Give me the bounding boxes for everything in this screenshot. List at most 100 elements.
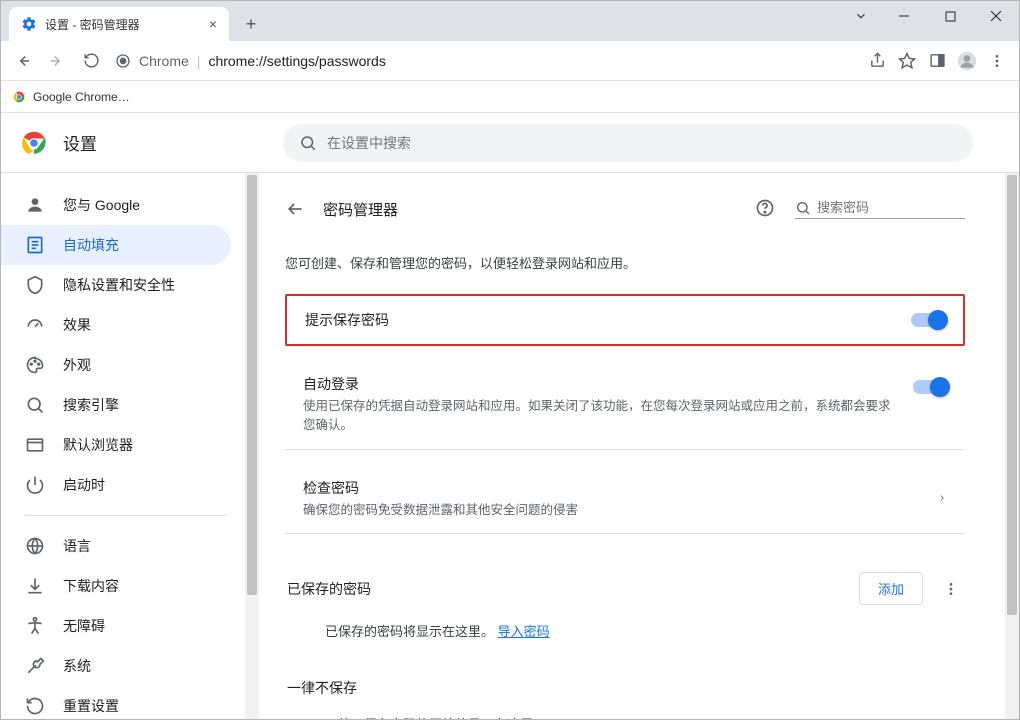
back-arrow-icon[interactable] bbox=[285, 199, 305, 219]
sidebar-item-accessibility[interactable]: 无障碍 bbox=[1, 606, 231, 646]
sidebar-item-label: 自动填充 bbox=[63, 235, 119, 255]
help-icon[interactable] bbox=[755, 198, 777, 220]
sidebar-divider bbox=[25, 515, 227, 516]
check-passwords-title: 检查密码 bbox=[303, 478, 923, 498]
sidebar-item-system[interactable]: 系统 bbox=[1, 646, 231, 686]
sidebar-item-performance[interactable]: 效果 bbox=[1, 305, 231, 345]
import-passwords-link[interactable]: 导入密码 bbox=[498, 624, 550, 639]
sidebar-item-label: 语言 bbox=[63, 536, 91, 556]
sidebar-item-label: 您与 Google bbox=[63, 195, 140, 215]
saved-passwords-title: 已保存的密码 bbox=[287, 579, 371, 599]
chrome-logo-icon bbox=[11, 89, 27, 105]
password-search-input[interactable] bbox=[817, 200, 937, 215]
sidebar-item-label: 外观 bbox=[63, 355, 91, 375]
more-actions-icon[interactable] bbox=[943, 581, 963, 597]
auto-signin-row: 自动登录 使用已保存的凭据自动登录网站和应用。如果关闭了该功能，在您每次登录网站… bbox=[285, 360, 965, 450]
close-tab-icon[interactable]: × bbox=[209, 16, 217, 32]
tab-title: 设置 - 密码管理器 bbox=[45, 16, 140, 33]
search-icon bbox=[25, 395, 45, 415]
browser-tab[interactable]: 设置 - 密码管理器 × bbox=[9, 7, 229, 41]
accessibility-icon bbox=[25, 616, 45, 636]
search-icon bbox=[795, 200, 811, 216]
settings-search[interactable] bbox=[283, 124, 973, 162]
never-save-empty: 一律不保存密码的网站将显示在这里 bbox=[285, 698, 965, 719]
password-manager-panel: 密码管理器 您可创建、保存和管理您的密码，以便轻松登录网站和应用。 bbox=[265, 173, 985, 719]
download-icon bbox=[25, 576, 45, 596]
offer-save-label: 提示保存密码 bbox=[305, 310, 897, 330]
speedometer-icon bbox=[25, 315, 45, 335]
palette-icon bbox=[25, 355, 45, 375]
sidebar-item-you-and-google[interactable]: 您与 Google bbox=[1, 185, 231, 225]
scrollbar-thumb[interactable] bbox=[247, 175, 257, 595]
address-prefix: Chrome bbox=[139, 53, 189, 69]
auto-signin-title: 自动登录 bbox=[303, 374, 899, 394]
sidebar-item-languages[interactable]: 语言 bbox=[1, 526, 231, 566]
back-button[interactable] bbox=[9, 47, 37, 75]
person-icon bbox=[25, 195, 45, 215]
chrome-logo-icon bbox=[21, 130, 47, 156]
autofill-icon bbox=[25, 235, 45, 255]
menu-kebab-icon[interactable] bbox=[983, 47, 1011, 75]
sidebar-item-label: 重置设置 bbox=[63, 696, 119, 716]
reload-button[interactable] bbox=[77, 47, 105, 75]
content-scrollbar[interactable] bbox=[1005, 173, 1019, 719]
forward-button[interactable] bbox=[43, 47, 71, 75]
sidebar-item-appearance[interactable]: 外观 bbox=[1, 345, 231, 385]
auto-signin-toggle[interactable] bbox=[913, 380, 947, 394]
sidebar-item-search-engine[interactable]: 搜索引擎 bbox=[1, 385, 231, 425]
sidebar-item-default-browser[interactable]: 默认浏览器 bbox=[1, 425, 231, 465]
new-tab-button[interactable]: + bbox=[237, 10, 265, 38]
shield-icon bbox=[25, 275, 45, 295]
bookmark-label: Google Chrome… bbox=[33, 90, 130, 104]
sidebar-item-label: 搜索引擎 bbox=[63, 395, 119, 415]
address-path: chrome://settings/passwords bbox=[208, 53, 385, 69]
bookmark-item[interactable]: Google Chrome… bbox=[11, 89, 130, 105]
check-passwords-sub: 确保您的密码免受数据泄露和其他安全问题的侵害 bbox=[303, 501, 923, 520]
window-close-button[interactable] bbox=[973, 1, 1019, 31]
power-icon bbox=[25, 475, 45, 495]
password-search[interactable] bbox=[795, 200, 965, 219]
offer-save-row: 提示保存密码 bbox=[285, 294, 965, 346]
sidebar-item-privacy[interactable]: 隐私设置和安全性 bbox=[1, 265, 231, 305]
bookmarks-bar: Google Chrome… bbox=[1, 81, 1019, 113]
settings-search-input[interactable] bbox=[327, 135, 957, 151]
settings-header: 设置 bbox=[1, 113, 1019, 173]
sidebar-item-label: 启动时 bbox=[63, 475, 105, 495]
side-panel-icon[interactable] bbox=[923, 47, 951, 75]
sidebar-item-label: 系统 bbox=[63, 656, 91, 676]
chrome-page-icon bbox=[115, 53, 131, 69]
sidebar-item-label: 无障碍 bbox=[63, 616, 105, 636]
search-icon bbox=[299, 134, 317, 152]
wrench-icon bbox=[25, 656, 45, 676]
restore-icon bbox=[25, 696, 45, 716]
settings-title: 设置 bbox=[63, 130, 97, 155]
offer-save-toggle[interactable] bbox=[911, 313, 945, 327]
browser-toolbar: Chrome | chrome://settings/passwords bbox=[1, 41, 1019, 81]
sidebar-item-downloads[interactable]: 下载内容 bbox=[1, 566, 231, 606]
gear-icon bbox=[21, 16, 37, 32]
sidebar-item-label: 效果 bbox=[63, 315, 91, 335]
sidebar-item-reset[interactable]: 重置设置 bbox=[1, 686, 231, 719]
bookmark-star-icon[interactable] bbox=[893, 47, 921, 75]
add-password-button[interactable]: 添加 bbox=[859, 572, 923, 605]
globe-icon bbox=[25, 536, 45, 556]
tab-strip: 设置 - 密码管理器 × + bbox=[1, 1, 1019, 41]
check-passwords-row[interactable]: 检查密码 确保您的密码免受数据泄露和其他安全问题的侵害 bbox=[285, 464, 965, 535]
sidebar-item-label: 默认浏览器 bbox=[63, 435, 133, 455]
panel-header: 密码管理器 bbox=[285, 185, 965, 233]
tab-search-chevron-icon[interactable] bbox=[841, 1, 881, 31]
profile-avatar-icon[interactable] bbox=[953, 47, 981, 75]
sidebar-item-autofill[interactable]: 自动填充 bbox=[1, 225, 231, 265]
sidebar-item-label: 下载内容 bbox=[63, 576, 119, 596]
share-icon[interactable] bbox=[863, 47, 891, 75]
window-minimize-button[interactable] bbox=[881, 1, 927, 31]
panel-description: 您可创建、保存和管理您的密码，以便轻松登录网站和应用。 bbox=[285, 233, 965, 294]
chevron-right-icon bbox=[937, 491, 947, 505]
sidebar-item-on-startup[interactable]: 启动时 bbox=[1, 465, 231, 505]
never-save-title: 一律不保存 bbox=[285, 660, 965, 698]
address-bar[interactable]: Chrome | chrome://settings/passwords bbox=[111, 46, 857, 76]
settings-sidebar: 您与 Google 自动填充 隐私设置和安全性 效果 bbox=[1, 173, 245, 719]
window-maximize-button[interactable] bbox=[927, 1, 973, 31]
sidebar-scrollbar[interactable] bbox=[245, 173, 259, 719]
scrollbar-thumb[interactable] bbox=[1007, 175, 1017, 615]
